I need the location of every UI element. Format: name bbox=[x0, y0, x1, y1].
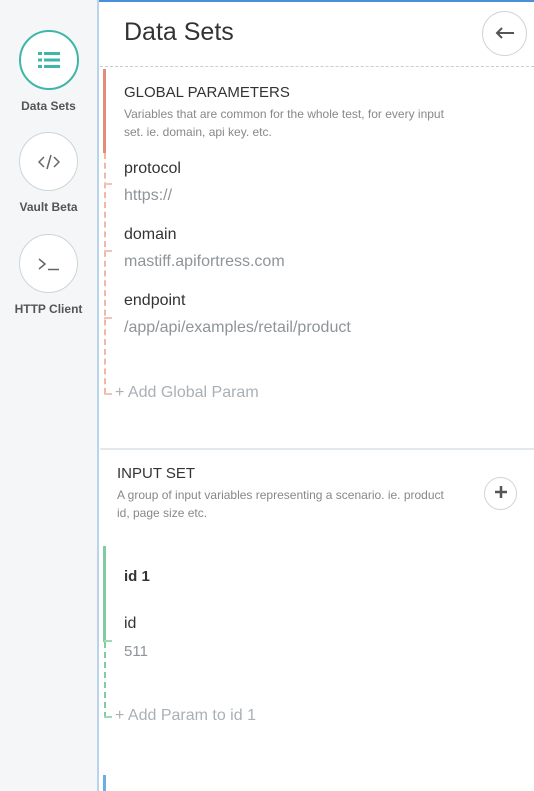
input-set-title[interactable]: id 1 bbox=[124, 568, 150, 585]
code-icon bbox=[19, 132, 78, 191]
input-param-name[interactable]: id bbox=[124, 615, 136, 633]
input-set-description: A group of input variables representing … bbox=[117, 488, 444, 520]
top-accent-line bbox=[98, 0, 534, 2]
global-param-name[interactable]: endpoint bbox=[124, 292, 185, 310]
add-global-param-link[interactable]: + Add Global Param bbox=[115, 384, 259, 402]
global-param-value[interactable]: https:// bbox=[124, 187, 172, 205]
add-param-link[interactable]: + Add Param to id 1 bbox=[115, 707, 256, 725]
global-tree-line bbox=[104, 153, 106, 394]
global-params-description: Variables that are common for the whole … bbox=[124, 107, 444, 139]
arrow-left-icon bbox=[495, 23, 515, 44]
tree-tick bbox=[104, 640, 112, 642]
input-param-value[interactable]: 511 bbox=[124, 643, 148, 660]
left-nav: Data Sets Vault Beta HTTP Client bbox=[0, 0, 99, 791]
plus-icon bbox=[494, 482, 508, 505]
nav-item-vault[interactable]: Vault Beta bbox=[0, 132, 97, 214]
section-separator bbox=[100, 448, 534, 450]
page-title: Data Sets bbox=[124, 18, 234, 46]
global-param-name[interactable]: protocol bbox=[124, 160, 181, 178]
global-param-value[interactable]: /app/api/examples/retail/product bbox=[124, 319, 351, 337]
terminal-icon bbox=[19, 234, 78, 293]
nav-label: Vault Beta bbox=[19, 200, 78, 214]
input-set-tree-line bbox=[104, 642, 106, 718]
next-set-bar bbox=[103, 775, 106, 791]
global-param-value[interactable]: mastiff.apifortress.com bbox=[124, 253, 285, 271]
add-input-set-button[interactable] bbox=[484, 477, 517, 510]
tree-tick bbox=[104, 250, 112, 252]
global-params-heading: GLOBAL PARAMETERS bbox=[124, 84, 290, 101]
nav-item-data-sets[interactable]: Data Sets bbox=[0, 30, 97, 113]
tree-tick bbox=[104, 393, 112, 395]
input-set-bar bbox=[103, 546, 106, 642]
input-set-heading: INPUT SET bbox=[117, 465, 196, 482]
global-param-name[interactable]: domain bbox=[124, 226, 176, 244]
tree-tick bbox=[104, 716, 112, 718]
nav-label: Data Sets bbox=[21, 99, 76, 113]
global-section-bar bbox=[103, 69, 106, 153]
nav-label: HTTP Client bbox=[14, 302, 83, 316]
nav-item-http-client[interactable]: HTTP Client bbox=[0, 234, 97, 316]
tree-tick bbox=[104, 317, 112, 319]
header-divider bbox=[100, 66, 534, 67]
back-button[interactable] bbox=[482, 11, 527, 56]
tree-tick bbox=[104, 183, 112, 185]
list-icon bbox=[18, 30, 79, 90]
